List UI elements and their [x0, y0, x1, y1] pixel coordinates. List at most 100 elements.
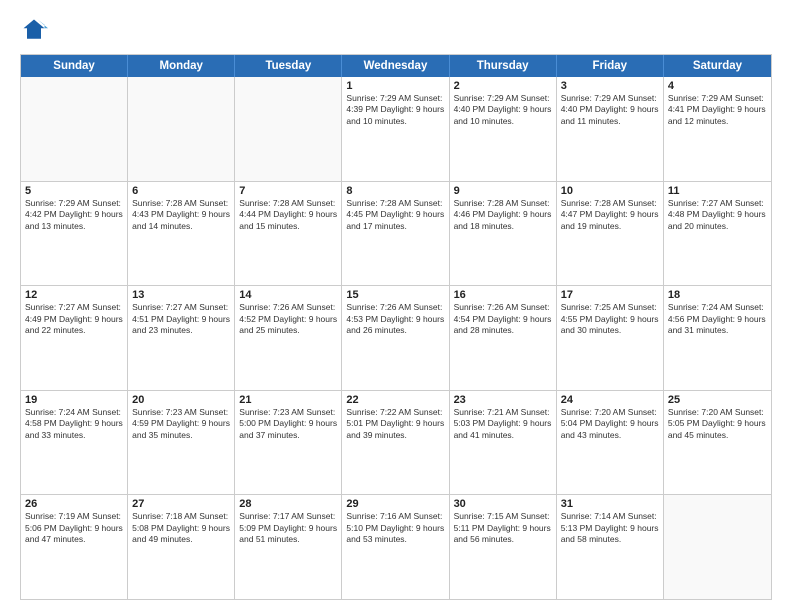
weekday-header-wednesday: Wednesday	[342, 55, 449, 77]
day-info: Sunrise: 7:29 AM Sunset: 4:42 PM Dayligh…	[25, 198, 123, 232]
empty-cell	[235, 77, 342, 181]
day-number: 18	[668, 289, 767, 301]
day-info: Sunrise: 7:29 AM Sunset: 4:40 PM Dayligh…	[454, 93, 552, 127]
day-number: 24	[561, 394, 659, 406]
day-number: 4	[668, 80, 767, 92]
day-cell-19: 19Sunrise: 7:24 AM Sunset: 4:58 PM Dayli…	[21, 391, 128, 495]
day-number: 9	[454, 185, 552, 197]
day-info: Sunrise: 7:24 AM Sunset: 4:56 PM Dayligh…	[668, 302, 767, 336]
day-info: Sunrise: 7:23 AM Sunset: 5:00 PM Dayligh…	[239, 407, 337, 441]
day-info: Sunrise: 7:15 AM Sunset: 5:11 PM Dayligh…	[454, 511, 552, 545]
day-info: Sunrise: 7:26 AM Sunset: 4:54 PM Dayligh…	[454, 302, 552, 336]
day-number: 15	[346, 289, 444, 301]
day-cell-29: 29Sunrise: 7:16 AM Sunset: 5:10 PM Dayli…	[342, 495, 449, 599]
day-number: 8	[346, 185, 444, 197]
day-info: Sunrise: 7:19 AM Sunset: 5:06 PM Dayligh…	[25, 511, 123, 545]
day-cell-1: 1Sunrise: 7:29 AM Sunset: 4:39 PM Daylig…	[342, 77, 449, 181]
weekday-header-tuesday: Tuesday	[235, 55, 342, 77]
day-number: 27	[132, 498, 230, 510]
weekday-header-thursday: Thursday	[450, 55, 557, 77]
day-cell-21: 21Sunrise: 7:23 AM Sunset: 5:00 PM Dayli…	[235, 391, 342, 495]
day-cell-14: 14Sunrise: 7:26 AM Sunset: 4:52 PM Dayli…	[235, 286, 342, 390]
calendar-body: 1Sunrise: 7:29 AM Sunset: 4:39 PM Daylig…	[21, 77, 771, 599]
calendar-row-4: 19Sunrise: 7:24 AM Sunset: 4:58 PM Dayli…	[21, 390, 771, 495]
day-number: 14	[239, 289, 337, 301]
day-number: 5	[25, 185, 123, 197]
header	[20, 16, 772, 44]
calendar-row-5: 26Sunrise: 7:19 AM Sunset: 5:06 PM Dayli…	[21, 494, 771, 599]
day-number: 21	[239, 394, 337, 406]
day-cell-4: 4Sunrise: 7:29 AM Sunset: 4:41 PM Daylig…	[664, 77, 771, 181]
day-number: 10	[561, 185, 659, 197]
day-number: 16	[454, 289, 552, 301]
day-cell-5: 5Sunrise: 7:29 AM Sunset: 4:42 PM Daylig…	[21, 182, 128, 286]
day-cell-6: 6Sunrise: 7:28 AM Sunset: 4:43 PM Daylig…	[128, 182, 235, 286]
day-number: 28	[239, 498, 337, 510]
day-cell-22: 22Sunrise: 7:22 AM Sunset: 5:01 PM Dayli…	[342, 391, 449, 495]
day-info: Sunrise: 7:27 AM Sunset: 4:51 PM Dayligh…	[132, 302, 230, 336]
day-info: Sunrise: 7:18 AM Sunset: 5:08 PM Dayligh…	[132, 511, 230, 545]
day-number: 31	[561, 498, 659, 510]
day-number: 23	[454, 394, 552, 406]
day-info: Sunrise: 7:29 AM Sunset: 4:41 PM Dayligh…	[668, 93, 767, 127]
day-number: 17	[561, 289, 659, 301]
day-cell-27: 27Sunrise: 7:18 AM Sunset: 5:08 PM Dayli…	[128, 495, 235, 599]
calendar-row-2: 5Sunrise: 7:29 AM Sunset: 4:42 PM Daylig…	[21, 181, 771, 286]
empty-cell	[664, 495, 771, 599]
calendar-row-1: 1Sunrise: 7:29 AM Sunset: 4:39 PM Daylig…	[21, 77, 771, 181]
day-cell-2: 2Sunrise: 7:29 AM Sunset: 4:40 PM Daylig…	[450, 77, 557, 181]
day-info: Sunrise: 7:28 AM Sunset: 4:47 PM Dayligh…	[561, 198, 659, 232]
weekday-header-saturday: Saturday	[664, 55, 771, 77]
day-number: 11	[668, 185, 767, 197]
day-cell-13: 13Sunrise: 7:27 AM Sunset: 4:51 PM Dayli…	[128, 286, 235, 390]
day-cell-15: 15Sunrise: 7:26 AM Sunset: 4:53 PM Dayli…	[342, 286, 449, 390]
day-number: 20	[132, 394, 230, 406]
day-cell-23: 23Sunrise: 7:21 AM Sunset: 5:03 PM Dayli…	[450, 391, 557, 495]
day-info: Sunrise: 7:23 AM Sunset: 4:59 PM Dayligh…	[132, 407, 230, 441]
day-cell-28: 28Sunrise: 7:17 AM Sunset: 5:09 PM Dayli…	[235, 495, 342, 599]
day-info: Sunrise: 7:28 AM Sunset: 4:45 PM Dayligh…	[346, 198, 444, 232]
day-number: 7	[239, 185, 337, 197]
day-info: Sunrise: 7:27 AM Sunset: 4:48 PM Dayligh…	[668, 198, 767, 232]
day-cell-8: 8Sunrise: 7:28 AM Sunset: 4:45 PM Daylig…	[342, 182, 449, 286]
day-cell-18: 18Sunrise: 7:24 AM Sunset: 4:56 PM Dayli…	[664, 286, 771, 390]
day-number: 3	[561, 80, 659, 92]
day-info: Sunrise: 7:25 AM Sunset: 4:55 PM Dayligh…	[561, 302, 659, 336]
day-number: 6	[132, 185, 230, 197]
day-cell-26: 26Sunrise: 7:19 AM Sunset: 5:06 PM Dayli…	[21, 495, 128, 599]
day-info: Sunrise: 7:26 AM Sunset: 4:53 PM Dayligh…	[346, 302, 444, 336]
day-info: Sunrise: 7:26 AM Sunset: 4:52 PM Dayligh…	[239, 302, 337, 336]
day-info: Sunrise: 7:24 AM Sunset: 4:58 PM Dayligh…	[25, 407, 123, 441]
calendar-header: SundayMondayTuesdayWednesdayThursdayFrid…	[21, 55, 771, 77]
day-info: Sunrise: 7:29 AM Sunset: 4:40 PM Dayligh…	[561, 93, 659, 127]
day-info: Sunrise: 7:28 AM Sunset: 4:44 PM Dayligh…	[239, 198, 337, 232]
day-cell-20: 20Sunrise: 7:23 AM Sunset: 4:59 PM Dayli…	[128, 391, 235, 495]
empty-cell	[21, 77, 128, 181]
day-cell-7: 7Sunrise: 7:28 AM Sunset: 4:44 PM Daylig…	[235, 182, 342, 286]
empty-cell	[128, 77, 235, 181]
logo	[20, 16, 52, 44]
day-cell-17: 17Sunrise: 7:25 AM Sunset: 4:55 PM Dayli…	[557, 286, 664, 390]
day-number: 1	[346, 80, 444, 92]
day-info: Sunrise: 7:17 AM Sunset: 5:09 PM Dayligh…	[239, 511, 337, 545]
day-info: Sunrise: 7:29 AM Sunset: 4:39 PM Dayligh…	[346, 93, 444, 127]
day-info: Sunrise: 7:16 AM Sunset: 5:10 PM Dayligh…	[346, 511, 444, 545]
weekday-header-friday: Friday	[557, 55, 664, 77]
weekday-header-monday: Monday	[128, 55, 235, 77]
day-cell-11: 11Sunrise: 7:27 AM Sunset: 4:48 PM Dayli…	[664, 182, 771, 286]
day-number: 25	[668, 394, 767, 406]
day-number: 2	[454, 80, 552, 92]
page: SundayMondayTuesdayWednesdayThursdayFrid…	[0, 0, 792, 612]
day-cell-10: 10Sunrise: 7:28 AM Sunset: 4:47 PM Dayli…	[557, 182, 664, 286]
day-cell-24: 24Sunrise: 7:20 AM Sunset: 5:04 PM Dayli…	[557, 391, 664, 495]
day-cell-25: 25Sunrise: 7:20 AM Sunset: 5:05 PM Dayli…	[664, 391, 771, 495]
logo-icon	[20, 16, 48, 44]
day-info: Sunrise: 7:28 AM Sunset: 4:46 PM Dayligh…	[454, 198, 552, 232]
day-number: 30	[454, 498, 552, 510]
day-cell-16: 16Sunrise: 7:26 AM Sunset: 4:54 PM Dayli…	[450, 286, 557, 390]
day-info: Sunrise: 7:28 AM Sunset: 4:43 PM Dayligh…	[132, 198, 230, 232]
calendar: SundayMondayTuesdayWednesdayThursdayFrid…	[20, 54, 772, 600]
day-info: Sunrise: 7:14 AM Sunset: 5:13 PM Dayligh…	[561, 511, 659, 545]
day-cell-12: 12Sunrise: 7:27 AM Sunset: 4:49 PM Dayli…	[21, 286, 128, 390]
day-info: Sunrise: 7:27 AM Sunset: 4:49 PM Dayligh…	[25, 302, 123, 336]
